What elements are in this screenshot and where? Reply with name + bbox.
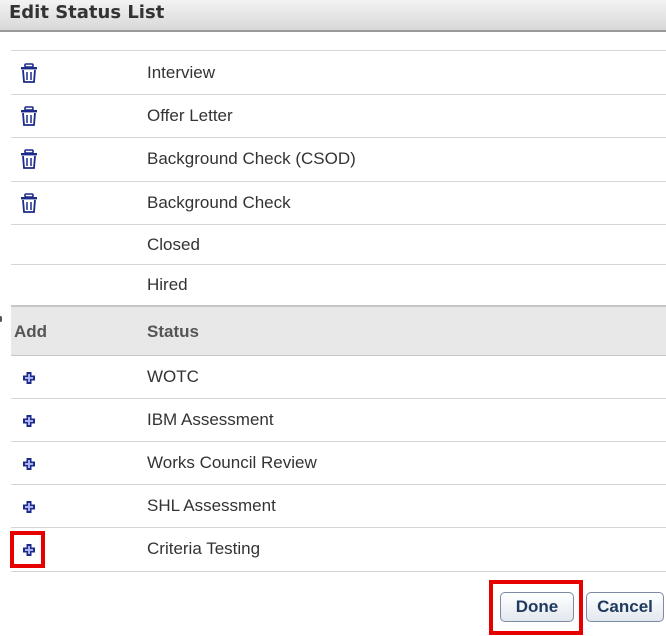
status-label: Hired [147,275,188,294]
done-button-highlight [489,580,583,635]
status-label: IBM Assessment [147,410,274,429]
current-status-row: Background Check [11,182,666,225]
status-label: SHL Assessment [147,496,276,515]
current-status-row: Closed [11,225,666,265]
status-label: Interview [147,63,216,82]
plus-icon[interactable] [22,414,36,428]
background-edge-mark [0,316,3,322]
header-status: Status [147,322,199,341]
current-status-row: Hired [11,265,666,305]
cancel-button[interactable]: Cancel [586,592,664,622]
available-status-row: WOTC [11,356,666,399]
status-label: Offer Letter [147,106,233,125]
plus-icon[interactable] [22,371,36,385]
header-add: Add [14,322,48,341]
status-label: Background Check [147,193,291,212]
status-label: Criteria Testing [147,539,261,558]
available-status-row: Criteria Testing [11,528,666,572]
available-status-row: Works Council Review [11,442,666,485]
status-label: Background Check (CSOD) [147,149,356,168]
available-status-row: SHL Assessment [11,485,666,528]
plus-icon[interactable] [22,500,36,514]
trash-icon[interactable] [20,193,38,213]
status-label: WOTC [147,367,199,386]
status-label: Works Council Review [147,453,317,472]
current-status-row: Background Check (CSOD) [11,138,666,182]
plus-icon[interactable] [22,457,36,471]
dialog-title: Edit Status List [9,2,165,23]
available-table-header: Add Status [11,305,666,356]
trash-icon[interactable] [20,63,38,83]
available-status-row: IBM Assessment [11,399,666,442]
current-status-row: Offer Letter [11,95,666,138]
list-top-spacer [11,32,666,51]
trash-icon[interactable] [20,106,38,126]
status-label: Closed [147,235,200,254]
dialog-titlebar: Edit Status List [0,0,666,32]
trash-icon[interactable] [20,149,38,169]
add-icon-highlight [10,531,45,568]
current-status-row: Interview [11,51,666,95]
